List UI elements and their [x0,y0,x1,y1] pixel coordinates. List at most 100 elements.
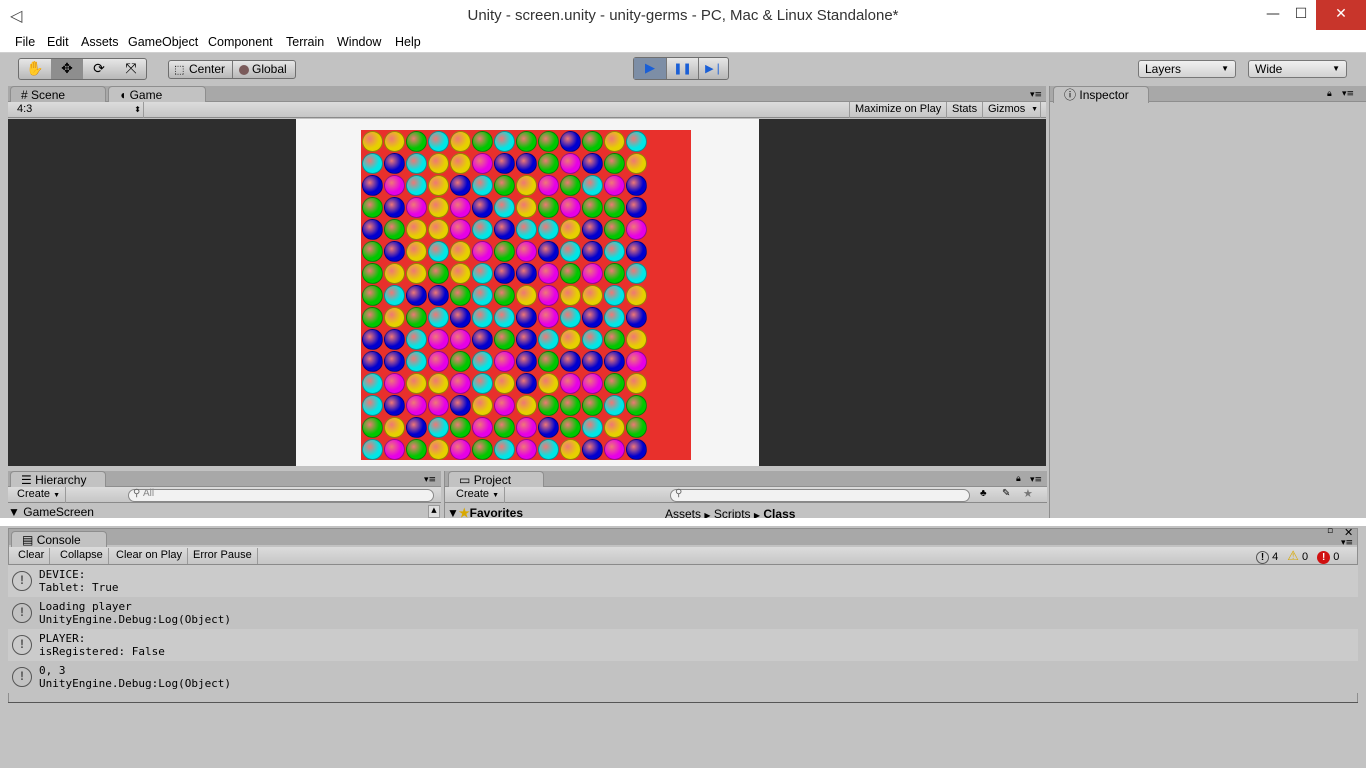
germ-cell[interactable] [472,175,493,196]
germ-cell[interactable] [472,131,493,152]
germ-cell[interactable] [560,417,581,438]
germ-cell[interactable] [538,175,559,196]
germ-cell[interactable] [604,285,625,306]
germ-cell[interactable] [560,131,581,152]
germ-cell[interactable] [516,373,537,394]
germ-cell[interactable] [406,373,427,394]
germ-cell[interactable] [384,351,405,372]
germ-cell[interactable] [450,329,471,350]
germ-cell[interactable] [516,263,537,284]
germ-cell[interactable] [406,153,427,174]
filter-type-icon[interactable]: ♣ [980,488,987,499]
germ-board[interactable] [361,130,691,460]
germ-cell[interactable] [450,351,471,372]
germ-cell[interactable] [362,131,383,152]
germ-cell[interactable] [538,395,559,416]
germ-cell[interactable] [626,131,647,152]
germ-cell[interactable] [516,241,537,262]
play-button[interactable]: ▶ [634,58,666,79]
germ-cell[interactable] [538,285,559,306]
germ-cell[interactable] [516,219,537,240]
germ-cell[interactable] [494,153,515,174]
germ-cell[interactable] [582,395,603,416]
log-entry[interactable]: ! Loading player UnityEngine.Debug:Log(Ob… [8,597,1358,629]
germ-cell[interactable] [604,219,625,240]
germ-cell[interactable] [494,285,515,306]
tab-console[interactable]: ▤ Console [11,531,107,548]
germ-cell[interactable] [582,241,603,262]
germ-cell[interactable] [626,329,647,350]
germ-cell[interactable] [626,153,647,174]
germ-cell[interactable] [450,131,471,152]
germ-cell[interactable] [406,417,427,438]
germ-cell[interactable] [428,241,449,262]
germ-cell[interactable] [582,131,603,152]
germ-cell[interactable] [626,285,647,306]
star-icon[interactable]: ★ [1023,487,1033,500]
germ-cell[interactable] [560,373,581,394]
germ-cell[interactable] [384,395,405,416]
log-entry[interactable]: ! PLAYER: isRegistered: False [8,629,1358,661]
menu-component[interactable]: Component [208,35,273,49]
log-entry[interactable]: ! 0, 3 UnityEngine.Debug:Log(Object) [8,661,1358,693]
panel-menu-icon[interactable]: ▾≡ [1030,90,1042,100]
germ-cell[interactable] [516,285,537,306]
germ-cell[interactable] [362,197,383,218]
germ-cell[interactable] [450,175,471,196]
germ-cell[interactable] [582,175,603,196]
warn-count-toggle[interactable]: ⚠ 0 [1287,548,1308,563]
germ-cell[interactable] [538,329,559,350]
germ-cell[interactable] [406,395,427,416]
germ-cell[interactable] [494,351,515,372]
germ-cell[interactable] [626,373,647,394]
germ-cell[interactable] [384,241,405,262]
germ-cell[interactable] [494,417,515,438]
germ-cell[interactable] [582,351,603,372]
hand-tool-button[interactable]: ✋ [19,59,51,79]
move-tool-button[interactable]: ✥ [51,59,83,79]
germ-cell[interactable] [604,263,625,284]
scale-tool-button[interactable]: ⤧ [115,59,147,79]
germ-cell[interactable] [428,285,449,306]
germ-cell[interactable] [604,131,625,152]
germ-cell[interactable] [538,197,559,218]
germ-cell[interactable] [494,219,515,240]
germ-cell[interactable] [538,241,559,262]
germ-cell[interactable] [406,263,427,284]
germ-cell[interactable] [582,197,603,218]
germ-cell[interactable] [406,307,427,328]
germ-cell[interactable] [494,329,515,350]
germ-cell[interactable] [362,285,383,306]
layers-dropdown[interactable]: Layers ▼ [1138,60,1236,78]
germ-cell[interactable] [472,395,493,416]
germ-cell[interactable] [472,373,493,394]
germ-cell[interactable] [406,439,427,460]
germ-cell[interactable] [494,307,515,328]
germ-cell[interactable] [560,241,581,262]
germ-cell[interactable] [582,329,603,350]
germ-cell[interactable] [406,175,427,196]
hierarchy-create-button[interactable]: Create ▼ [12,487,67,503]
console-error-pause-button[interactable]: Error Pause [188,548,258,564]
error-count-toggle[interactable]: ! 0 [1317,551,1339,564]
germ-cell[interactable] [406,197,427,218]
germ-cell[interactable] [560,307,581,328]
germ-cell[interactable] [450,395,471,416]
germ-cell[interactable] [428,197,449,218]
panel-menu-icon[interactable]: ▾≡ [1030,475,1042,485]
germ-cell[interactable] [626,439,647,460]
lock-icon[interactable]: 🔒︎ [1327,89,1332,99]
germ-cell[interactable] [538,439,559,460]
germ-cell[interactable] [384,197,405,218]
germ-cell[interactable] [560,175,581,196]
germ-cell[interactable] [472,153,493,174]
germ-cell[interactable] [362,307,383,328]
germ-cell[interactable] [406,329,427,350]
gizmos-dropdown[interactable]: Gizmos ▼ [983,102,1041,118]
germ-cell[interactable] [516,175,537,196]
germ-cell[interactable] [406,219,427,240]
tab-hierarchy[interactable]: ☰ Hierarchy [10,471,106,488]
layout-dropdown[interactable]: Wide ▼ [1248,60,1347,78]
germ-cell[interactable] [384,263,405,284]
germ-cell[interactable] [494,373,515,394]
